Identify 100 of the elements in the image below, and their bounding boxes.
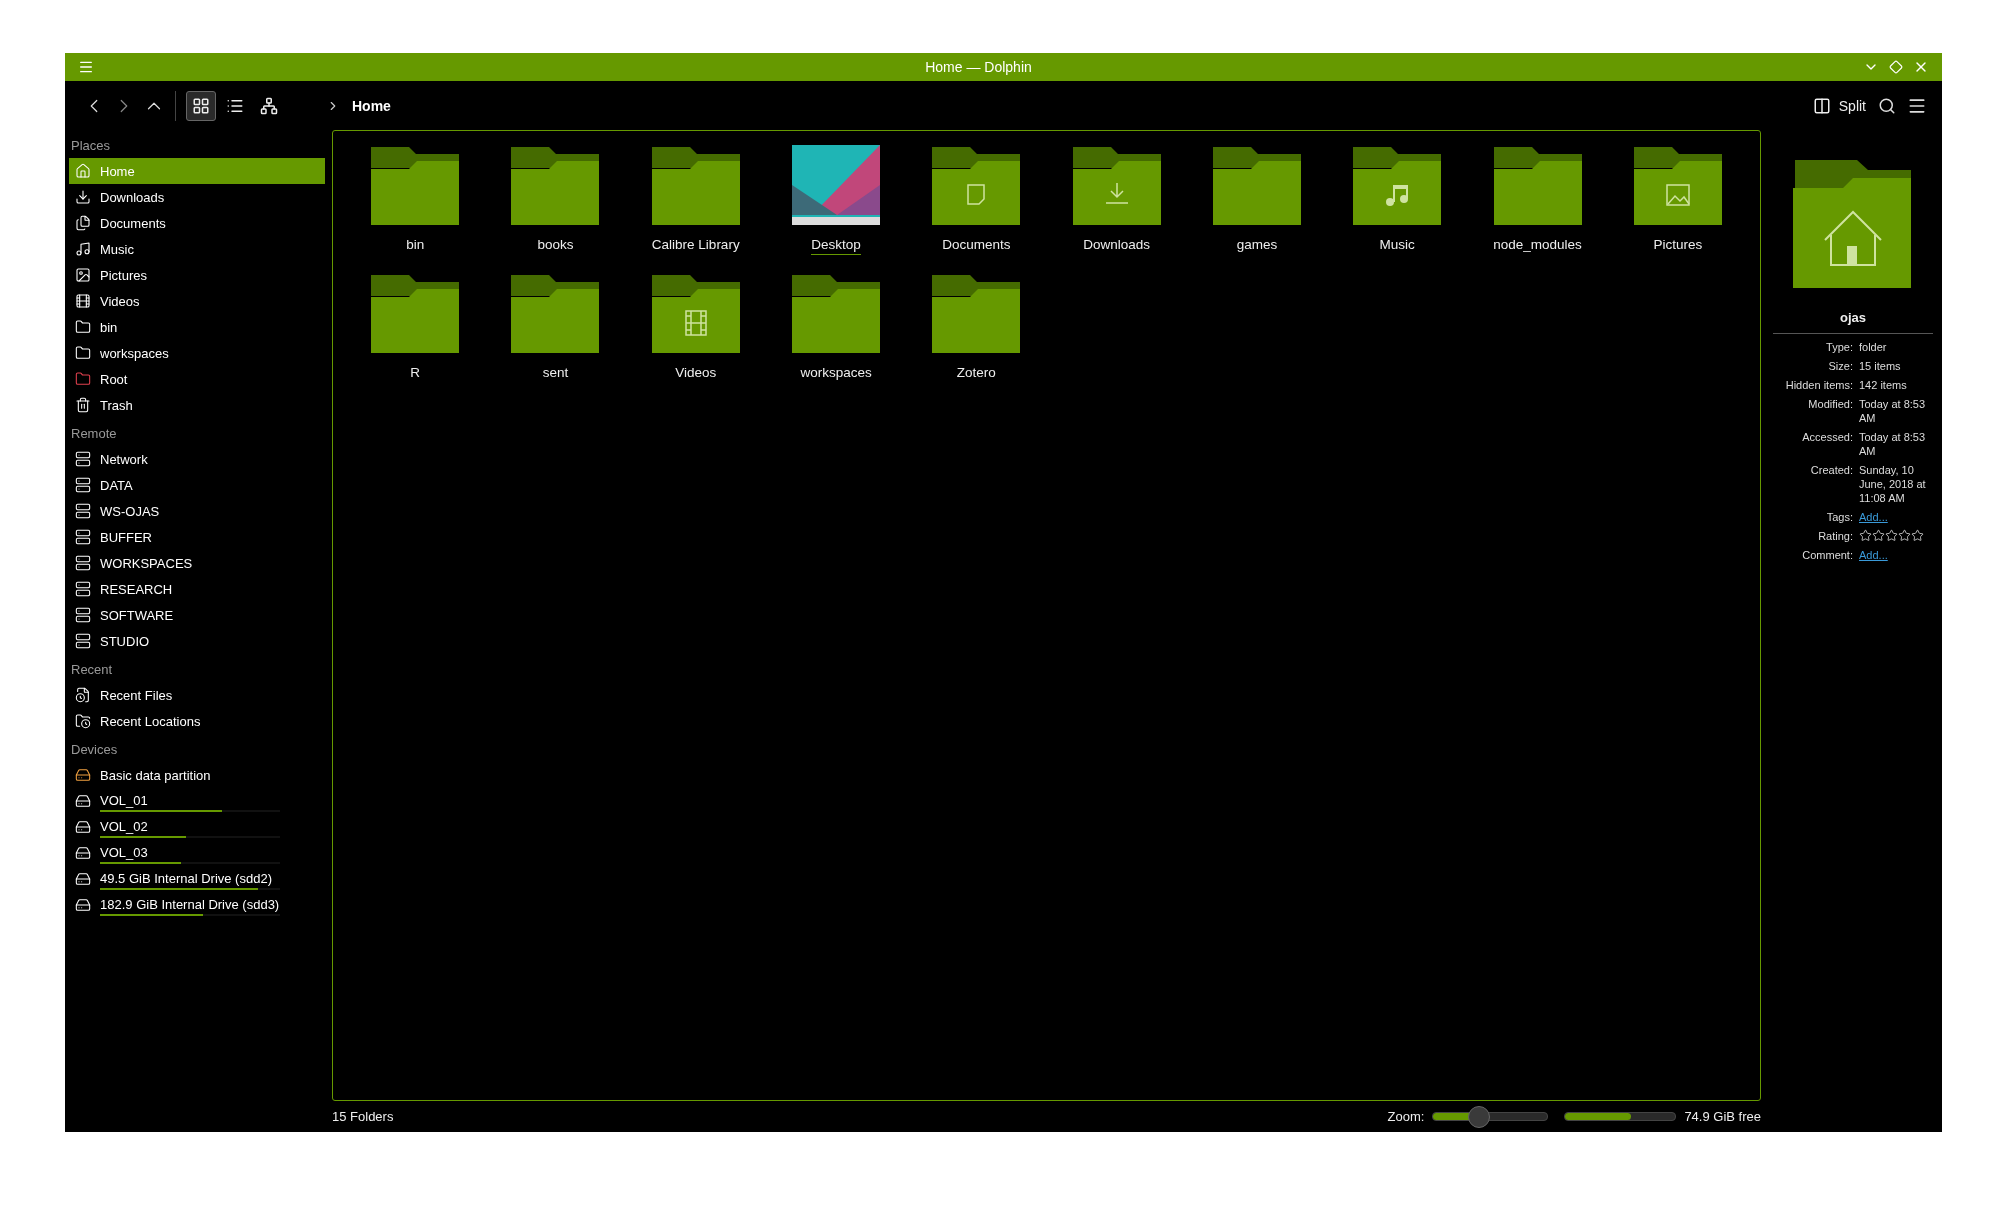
add-link[interactable]: Add...	[1859, 549, 1888, 561]
drive-icon	[75, 819, 91, 835]
folder-icon	[511, 273, 600, 353]
file-clock-icon	[75, 687, 91, 703]
file-name[interactable]: Videos	[675, 365, 717, 383]
search-icon	[1878, 96, 1896, 115]
property-label: Tags:	[1825, 510, 1853, 524]
star-icon	[1911, 529, 1924, 542]
property-value: 15 items	[1859, 359, 1902, 373]
property-label: Type:	[1825, 340, 1853, 354]
star-icon	[1885, 529, 1898, 542]
sidebar-item[interactable]: Root	[69, 366, 325, 392]
sidebar-item[interactable]: Trash	[69, 392, 325, 418]
file-name[interactable]: Pictures	[1653, 237, 1703, 255]
drive-icon	[75, 897, 91, 913]
pictures-folder-icon	[1633, 145, 1722, 225]
file-name[interactable]: Music	[1379, 237, 1415, 255]
sidebar-item[interactable]: Pictures	[69, 262, 325, 288]
property-value: Today at 8:53 AM	[1859, 397, 1927, 425]
slider-thumb[interactable]	[1468, 1105, 1491, 1128]
folder-icon	[792, 273, 881, 353]
drive-label: VOL_02	[100, 818, 149, 834]
documents-icon	[75, 215, 91, 231]
music-note-icon	[75, 241, 91, 257]
property-value: 142 items	[1859, 378, 1908, 392]
sidebar-item[interactable]: VOL_02	[69, 814, 325, 840]
breadcrumb-link[interactable]: Home	[352, 97, 391, 114]
folder-icon	[371, 145, 460, 225]
file-name[interactable]: bin	[406, 237, 425, 255]
folder-icon	[511, 145, 600, 225]
tree-view-icon	[260, 96, 278, 115]
file-name[interactable]: Calibre Library	[651, 237, 740, 255]
property-label: Created:	[1809, 463, 1853, 478]
sidebar-item[interactable]: WS-OJAS	[69, 498, 325, 524]
file-name[interactable]: node_modules	[1493, 237, 1582, 255]
sidebar-item[interactable]: Documents	[69, 210, 325, 236]
sidebar-item[interactable]: DATA	[69, 472, 325, 498]
sidebar-item[interactable]: Recent Locations	[69, 708, 325, 734]
sidebar-item[interactable]: 49.5 GiB Internal Drive (sdd2)	[69, 866, 325, 892]
free-space-text: 74.9 GiB free	[1684, 1109, 1761, 1124]
sidebar-item[interactable]: Recent Files	[69, 682, 325, 708]
property-label: Comment:	[1801, 548, 1853, 562]
home-folder-icon	[1793, 158, 1913, 288]
view-mode-button[interactable]	[186, 90, 216, 121]
documents-folder-icon	[932, 145, 1021, 225]
sidebar-item[interactable]: STUDIO	[69, 628, 325, 654]
folder-icon	[651, 145, 740, 225]
split-view-icon	[1812, 96, 1831, 115]
sidebar-item[interactable]: Music	[69, 236, 325, 262]
folder-icon	[1212, 145, 1301, 225]
file-name[interactable]: sent	[542, 365, 569, 383]
property-label: Size:	[1827, 359, 1853, 373]
sidebar-item[interactable]: SOFTWARE	[69, 602, 325, 628]
drive-icon	[75, 793, 91, 809]
folder-icon	[75, 345, 91, 361]
sidebar-item[interactable]: 182.9 GiB Internal Drive (sdd3)	[69, 892, 325, 918]
drive-label: VOL_01	[100, 792, 149, 808]
file-name[interactable]: games	[1236, 237, 1278, 255]
drive-icon	[75, 767, 91, 783]
file-name[interactable]: Downloads	[1083, 237, 1151, 255]
property-label: Rating:	[1817, 529, 1853, 543]
videos-folder-icon	[651, 273, 740, 353]
property-value: folder	[1859, 340, 1888, 354]
sidebar-item[interactable]: VOL_01	[69, 788, 325, 814]
folder-clock-icon	[75, 713, 91, 729]
sidebar-item[interactable]: BUFFER	[69, 524, 325, 550]
diamond-icon	[1889, 60, 1903, 74]
section-header: Devices	[70, 741, 119, 759]
sidebar-item[interactable]: WORKSPACES	[69, 550, 325, 576]
folder-icon	[75, 371, 91, 387]
file-name[interactable]: Desktop	[811, 237, 861, 255]
file-name[interactable]: books	[537, 237, 574, 255]
drive-label: 182.9 GiB Internal Drive (sdd3)	[100, 896, 280, 912]
sidebar-item[interactable]: Network	[69, 446, 325, 472]
sidebar-item[interactable]: bin	[69, 314, 325, 340]
drive-icon	[75, 845, 91, 861]
server-icon	[75, 477, 91, 493]
zoom-slider[interactable]	[1432, 1105, 1549, 1128]
download-icon	[75, 189, 91, 205]
server-icon	[75, 633, 91, 649]
file-name[interactable]: Documents	[942, 237, 1011, 255]
sidebar-item[interactable]: RESEARCH	[69, 576, 325, 602]
star-icon	[1859, 529, 1872, 542]
sidebar-item[interactable]: Basic data partition	[69, 762, 325, 788]
section-header: Places	[70, 137, 112, 155]
file-name[interactable]: Zotero	[956, 365, 996, 383]
file-name[interactable]: R	[410, 365, 420, 383]
sidebar-item[interactable]: VOL_03	[69, 840, 325, 866]
file-name[interactable]: workspaces	[800, 365, 872, 383]
drive-label: VOL_03	[100, 844, 149, 860]
folder-icon	[75, 319, 91, 335]
sidebar-item[interactable]: workspaces	[69, 340, 325, 366]
downloads-folder-icon	[1072, 145, 1161, 225]
section-header: Remote	[70, 425, 118, 443]
item-name: ojas	[1840, 310, 1866, 325]
add-link[interactable]: Add...	[1859, 511, 1888, 523]
sidebar-item[interactable]: Videos	[69, 288, 325, 314]
sidebar-item[interactable]: Downloads	[69, 184, 325, 210]
split-button[interactable]: Split	[1806, 92, 1872, 119]
server-icon	[75, 529, 91, 545]
